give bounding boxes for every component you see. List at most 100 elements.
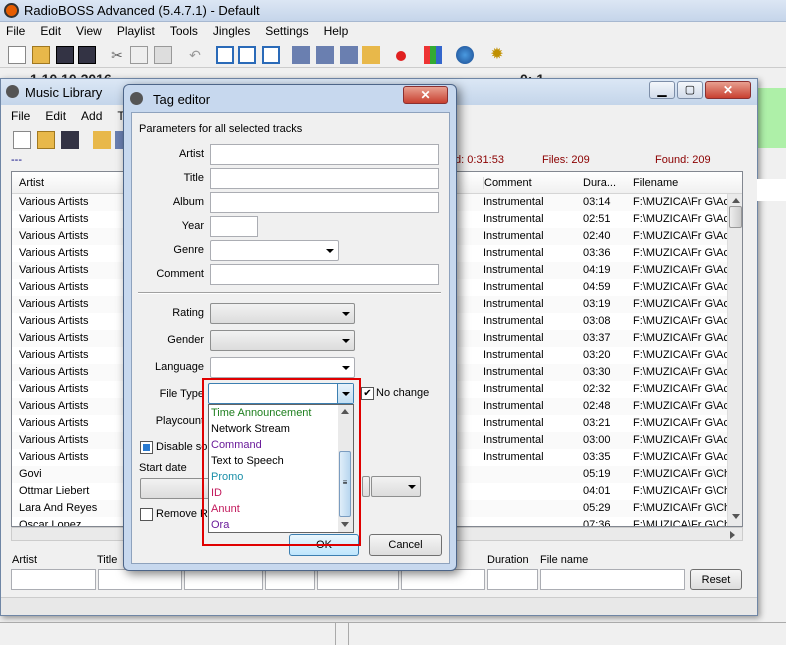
language-select[interactable] bbox=[210, 357, 355, 378]
library-open-icon[interactable] bbox=[37, 131, 55, 149]
disable-checkbox[interactable] bbox=[140, 441, 153, 454]
layout-1-icon[interactable] bbox=[216, 46, 234, 64]
end-date-select[interactable] bbox=[362, 476, 370, 497]
year-input[interactable] bbox=[210, 216, 258, 237]
cell-comment: Instrumental bbox=[483, 281, 544, 293]
menu-settings[interactable]: Settings bbox=[265, 24, 308, 38]
scroll-up-arrow-icon[interactable] bbox=[732, 198, 740, 203]
dropdown-option[interactable]: Anunt bbox=[211, 501, 240, 517]
dropdown-option[interactable]: ID bbox=[211, 485, 222, 501]
menu-file[interactable]: File bbox=[6, 24, 25, 38]
dropdown-scroll-up-icon[interactable] bbox=[341, 409, 349, 414]
params-caption: Parameters for all selected tracks bbox=[139, 123, 303, 135]
layout-2-icon[interactable] bbox=[238, 46, 256, 64]
filter-duration-input[interactable] bbox=[487, 569, 538, 590]
filter-artist-input[interactable] bbox=[11, 569, 96, 590]
undo-icon[interactable]: ↶ bbox=[186, 46, 204, 64]
start-date-select[interactable] bbox=[140, 478, 210, 499]
file-type-select[interactable] bbox=[208, 383, 354, 404]
rating-select[interactable] bbox=[210, 303, 355, 324]
copy-icon[interactable] bbox=[130, 46, 148, 64]
cell-comment: Instrumental bbox=[483, 366, 544, 378]
menu-edit[interactable]: Edit bbox=[40, 24, 61, 38]
scroll-thumb[interactable] bbox=[729, 206, 742, 228]
globe-icon[interactable] bbox=[456, 46, 474, 64]
filter-filename-input[interactable] bbox=[540, 569, 685, 590]
cell-comment: Instrumental bbox=[483, 315, 544, 327]
dropdown-option[interactable]: Text to Speech bbox=[211, 453, 284, 469]
add-url-icon[interactable] bbox=[340, 46, 358, 64]
open-folder-icon[interactable] bbox=[32, 46, 50, 64]
bottom-divider bbox=[335, 623, 349, 645]
library-add-icon[interactable] bbox=[93, 131, 111, 149]
close-button[interactable]: ✕ bbox=[705, 81, 751, 99]
filter-year-input[interactable] bbox=[265, 569, 315, 590]
comment-input[interactable] bbox=[210, 264, 439, 285]
tag-editor-close-button[interactable]: ✕ bbox=[403, 86, 448, 104]
filter-album-input[interactable] bbox=[184, 569, 263, 590]
maximize-button[interactable]: ▢ bbox=[677, 81, 703, 99]
menu-playlist[interactable]: Playlist bbox=[117, 24, 155, 38]
add-track-icon[interactable] bbox=[292, 46, 310, 64]
menu-jingles[interactable]: Jingles bbox=[213, 24, 250, 38]
library-menu-add[interactable]: Add bbox=[81, 109, 102, 123]
dropdown-option[interactable]: Promo bbox=[211, 469, 243, 485]
dropdown-option[interactable]: Command bbox=[211, 437, 262, 453]
album-input[interactable] bbox=[210, 192, 439, 213]
dropdown-scrollbar[interactable]: ≡ bbox=[338, 405, 353, 532]
cell-artist: Various Artists bbox=[19, 264, 89, 276]
dropdown-scroll-thumb[interactable]: ≡ bbox=[339, 451, 351, 517]
add-list-icon[interactable] bbox=[362, 46, 380, 64]
vertical-scrollbar[interactable] bbox=[727, 194, 742, 526]
filter-title-label: Title bbox=[97, 554, 118, 566]
save-icon[interactable] bbox=[56, 46, 74, 64]
stats-icon[interactable] bbox=[424, 46, 442, 64]
playing-bar bbox=[755, 88, 786, 148]
library-new-icon[interactable] bbox=[13, 131, 31, 149]
artist-input[interactable] bbox=[210, 144, 439, 165]
title-input[interactable] bbox=[210, 168, 439, 189]
add-folder-icon[interactable] bbox=[316, 46, 334, 64]
remove-checkbox[interactable] bbox=[140, 508, 153, 521]
library-add-track-icon[interactable] bbox=[115, 131, 123, 149]
cell-artist: Various Artists bbox=[19, 332, 89, 344]
dropdown-option[interactable]: Ora bbox=[211, 517, 229, 533]
time-select[interactable] bbox=[371, 476, 421, 497]
cell-artist: Various Artists bbox=[19, 247, 89, 259]
dropdown-option[interactable]: Time Announcement bbox=[211, 405, 311, 421]
column-duration[interactable]: Dura... bbox=[583, 177, 616, 189]
right-scroll-arrow-icon[interactable] bbox=[730, 531, 735, 539]
cell-artist: Various Artists bbox=[19, 349, 89, 361]
cut-icon[interactable]: ✂ bbox=[108, 46, 126, 64]
library-menu-edit[interactable]: Edit bbox=[45, 109, 66, 123]
minimize-button[interactable]: ▁ bbox=[649, 81, 675, 99]
dropdown-scroll-down-icon[interactable] bbox=[341, 522, 349, 527]
menu-view[interactable]: View bbox=[76, 24, 102, 38]
dropdown-option[interactable]: Network Stream bbox=[211, 421, 290, 437]
cancel-button[interactable]: Cancel bbox=[369, 534, 442, 556]
column-comment[interactable]: Comment bbox=[483, 177, 532, 189]
genre-select[interactable] bbox=[210, 240, 339, 261]
gender-select[interactable] bbox=[210, 330, 355, 351]
library-save-icon[interactable] bbox=[61, 131, 79, 149]
no-change-checkbox[interactable]: ✔ bbox=[361, 387, 374, 400]
column-artist[interactable]: Artist bbox=[19, 177, 44, 189]
column-filename[interactable]: Filename bbox=[633, 177, 678, 189]
scroll-down-arrow-icon[interactable] bbox=[732, 514, 740, 519]
filter-comment-input[interactable] bbox=[401, 569, 485, 590]
rating-label: Rating bbox=[172, 307, 204, 319]
cell-artist: Various Artists bbox=[19, 434, 89, 446]
library-menu-file[interactable]: File bbox=[11, 109, 30, 123]
layout-3-icon[interactable] bbox=[262, 46, 280, 64]
record-icon[interactable] bbox=[396, 51, 406, 61]
new-icon[interactable] bbox=[8, 46, 26, 64]
reset-button[interactable]: Reset bbox=[690, 569, 742, 590]
file-type-dropdown-button[interactable] bbox=[337, 384, 353, 403]
menu-tools[interactable]: Tools bbox=[170, 24, 198, 38]
menu-help[interactable]: Help bbox=[324, 24, 349, 38]
save-all-icon[interactable] bbox=[78, 46, 96, 64]
filter-title-input[interactable] bbox=[98, 569, 182, 590]
filter-genre-input[interactable] bbox=[317, 569, 399, 590]
paste-icon[interactable] bbox=[154, 46, 172, 64]
settings-gear-icon[interactable]: ✹ bbox=[488, 46, 506, 64]
